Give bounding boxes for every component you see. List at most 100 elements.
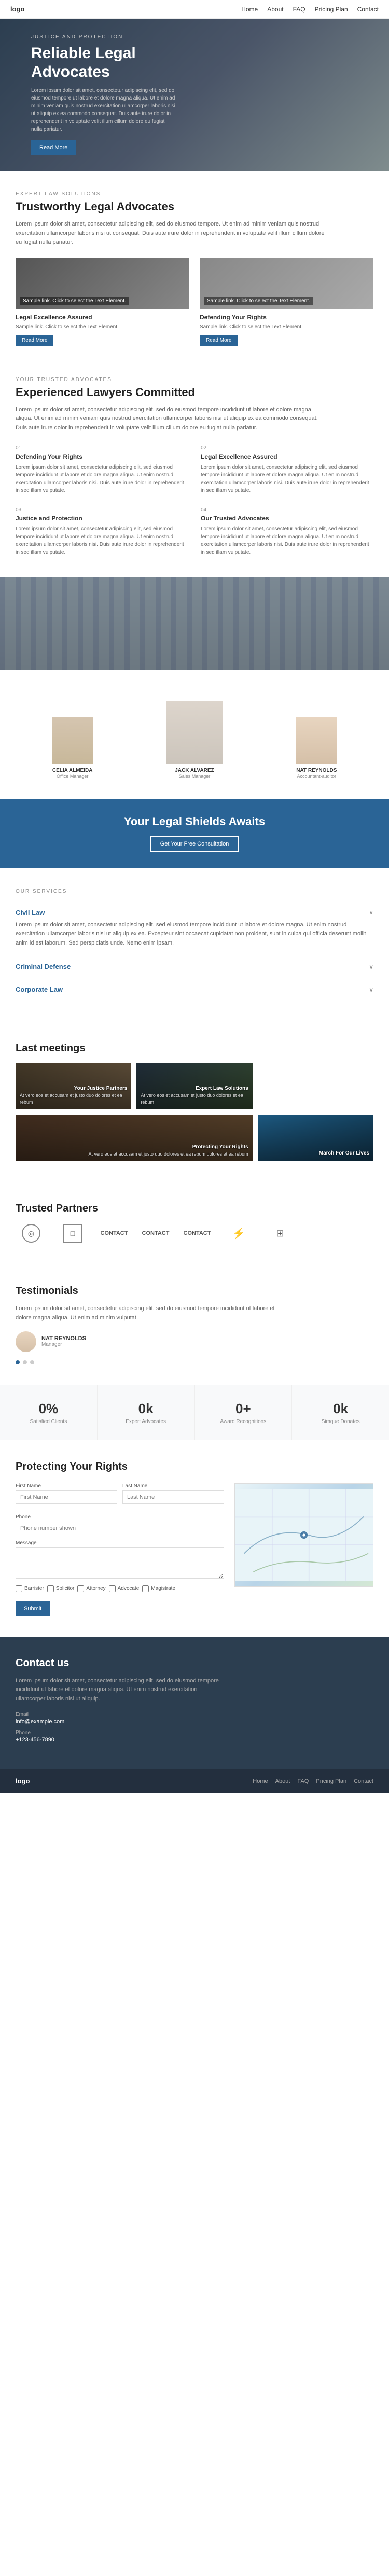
checkboxes-group: Barrister Solicitor Attorney Advocate Ma…	[16, 1585, 224, 1592]
advocate-num-3: 03	[16, 507, 188, 513]
meeting-card-1: Your Justice Partners At vero eos et acc…	[16, 1063, 131, 1109]
expert-card-cta-2[interactable]: Read More	[200, 335, 238, 346]
contact-email-value: info@example.com	[16, 1719, 373, 1725]
testimonial-role: Manager	[41, 1342, 86, 1347]
map-placeholder	[234, 1483, 373, 1587]
message-input[interactable]	[16, 1547, 224, 1579]
first-name-label: First Name	[16, 1483, 117, 1489]
chevron-down-icon-3: ∨	[369, 986, 373, 993]
contact-email-label: Email	[16, 1712, 373, 1718]
advocate-title-1: Defending Your Rights	[16, 453, 188, 460]
expert-card-2: Sample link. Click to select the Text El…	[200, 258, 373, 346]
checkbox-solicitor[interactable]: Solicitor	[47, 1585, 75, 1592]
contact-title: Contact us	[16, 1657, 373, 1669]
meetings-title: Last meetings	[16, 1043, 373, 1054]
phone-input[interactable]	[16, 1522, 224, 1535]
nav-links: HomeAboutFAQPricing PlanContact	[241, 6, 379, 13]
team-name-2: JACK ALVAREZ	[175, 768, 214, 773]
stat-label-2: Expert Advocates	[108, 1419, 184, 1425]
expert-card-1: Sample link. Click to select the Text El…	[16, 258, 189, 346]
meeting-card-3: Protecting Your Rights At vero eos et ac…	[16, 1115, 253, 1161]
meeting-title-2: Expert Law Solutions	[196, 1086, 248, 1091]
expert-card-cta-1[interactable]: Read More	[16, 335, 53, 346]
advocate-num-2: 02	[201, 445, 373, 451]
hero-cta-button[interactable]: Read More	[31, 140, 76, 155]
cta-button[interactable]: Get Your Free Consultation	[150, 836, 240, 852]
expert-card-title-1: Legal Excellence Assured	[16, 314, 189, 321]
expert-card-desc-2: Sample link. Click to select the Text El…	[200, 323, 373, 331]
footer-link-contact[interactable]: Contact	[354, 1778, 373, 1784]
testimonial-dot-1[interactable]	[16, 1360, 20, 1364]
form-submit-button[interactable]: Submit	[16, 1601, 50, 1616]
last-name-input[interactable]	[122, 1490, 224, 1504]
advocate-desc-2: Lorem ipsum dolor sit amet, consectetur …	[201, 463, 373, 495]
advocates-section: YOUR TRUSTED ADVOCATES Experienced Lawye…	[0, 356, 389, 577]
expert-card-desc-1: Sample link. Click to select the Text El…	[16, 323, 189, 331]
meeting-title-3: Protecting Your Rights	[192, 1144, 248, 1150]
advocate-item-2: 02 Legal Excellence Assured Lorem ipsum …	[201, 445, 373, 495]
checkbox-magistrate[interactable]: Magistrate	[142, 1585, 175, 1592]
expert-label: EXPERT LAW SOLUTIONS	[16, 191, 373, 197]
navigation: logo HomeAboutFAQPricing PlanContact	[0, 0, 389, 19]
team-member-2: JACK ALVAREZ Sales Manager	[137, 701, 251, 779]
checkbox-barrister[interactable]: Barrister	[16, 1585, 44, 1592]
partners-logos: ◎ □ CONTACT CONTACT CONTACT ⚡ ⊞	[16, 1223, 373, 1244]
building-image	[0, 577, 389, 670]
partners-title: Trusted Partners	[16, 1203, 373, 1215]
expert-card-overlay-1: Sample link. Click to select the Text El…	[20, 297, 129, 305]
phone-label: Phone	[16, 1514, 224, 1520]
service-item-3[interactable]: Corporate Law ∨	[16, 978, 373, 1001]
expert-card-overlay-2: Sample link. Click to select the Text El…	[204, 297, 313, 305]
testimonials-title: Testimonials	[16, 1285, 373, 1297]
footer-link-about[interactable]: About	[275, 1778, 290, 1784]
advocates-description: Lorem ipsum dolor sit amet, consectetur …	[16, 405, 327, 433]
stat-1: 0% Satisfied Clients	[0, 1385, 98, 1440]
footer-links: Home About FAQ Pricing Plan Contact	[253, 1778, 373, 1784]
expert-section: EXPERT LAW SOLUTIONS Trustworthy Legal A…	[0, 171, 389, 356]
cta-title: Your Legal Shields Awaits	[16, 815, 373, 828]
expert-description: Lorem ipsum dolor sit amet, consectetur …	[16, 220, 327, 247]
footer-link-home[interactable]: Home	[253, 1778, 268, 1784]
expert-card-title-2: Defending Your Rights	[200, 314, 373, 321]
team-section: CELIA ALMEIDA Office Manager JACK ALVARE…	[0, 670, 389, 799]
service-title-2: Criminal Defense	[16, 963, 71, 970]
team-avatar-2	[166, 701, 223, 764]
contact-info: Email info@example.com Phone +123-456-78…	[16, 1712, 373, 1743]
advocates-label: YOUR TRUSTED ADVOCATES	[16, 377, 373, 383]
meeting-desc-1: At vero eos et accusam et justo duo dolo…	[20, 1092, 127, 1105]
hero-description: Lorem ipsum dolor sit amet, consectetur …	[31, 87, 176, 133]
form-section: Protecting Your Rights First Name Last N…	[0, 1440, 389, 1637]
checkbox-attorney[interactable]: Attorney	[77, 1585, 105, 1592]
chevron-down-icon-1: ∨	[369, 909, 373, 916]
hero-title: Reliable Legal Advocates	[31, 44, 176, 81]
testimonials-section: Testimonials Lorem ipsum dolor sit amet,…	[0, 1264, 389, 1385]
hero-section: JUSTICE AND PROTECTION Reliable Legal Ad…	[0, 19, 389, 171]
last-name-label: Last Name	[122, 1483, 224, 1489]
partner-logo-7: ⊞	[265, 1223, 296, 1244]
service-title-1: Civil Law	[16, 909, 45, 917]
service-item-1[interactable]: Civil Law ∨ Lorem ipsum dolor sit amet, …	[16, 902, 373, 956]
partners-section: Trusted Partners ◎ □ CONTACT CONTACT CON…	[0, 1182, 389, 1264]
footer-link-faq[interactable]: FAQ	[297, 1778, 309, 1784]
first-name-input[interactable]	[16, 1490, 117, 1504]
testimonial-dot-3[interactable]	[30, 1360, 34, 1364]
stat-number-3: 0+	[205, 1401, 282, 1417]
contact-section: Contact us Lorem ipsum dolor sit amet, c…	[0, 1637, 389, 1769]
stat-label-1: Satisfied Clients	[10, 1419, 87, 1425]
chevron-down-icon-2: ∨	[369, 963, 373, 970]
testimonial-dot-2[interactable]	[23, 1360, 27, 1364]
hero-subtitle: JUSTICE AND PROTECTION	[31, 34, 176, 40]
footer-logo: logo	[16, 1777, 30, 1785]
service-item-2[interactable]: Criminal Defense ∨	[16, 955, 373, 978]
message-label: Message	[16, 1540, 224, 1546]
meeting-desc-2: At vero eos et accusam et justo duo dolo…	[141, 1092, 248, 1105]
advocate-item-3: 03 Justice and Protection Lorem ipsum do…	[16, 507, 188, 556]
contact-email: Email info@example.com	[16, 1712, 373, 1725]
checkbox-advocate[interactable]: Advocate	[109, 1585, 140, 1592]
footer-link-pricing[interactable]: Pricing Plan	[316, 1778, 346, 1784]
partner-logo-2: □	[57, 1223, 88, 1244]
partner-logo-6: ⚡	[223, 1223, 254, 1244]
nav-logo[interactable]: logo	[10, 5, 24, 13]
advocates-title: Experienced Lawyers Committed	[16, 386, 373, 399]
team-name-3: NAT REYNOLDS	[296, 768, 337, 773]
